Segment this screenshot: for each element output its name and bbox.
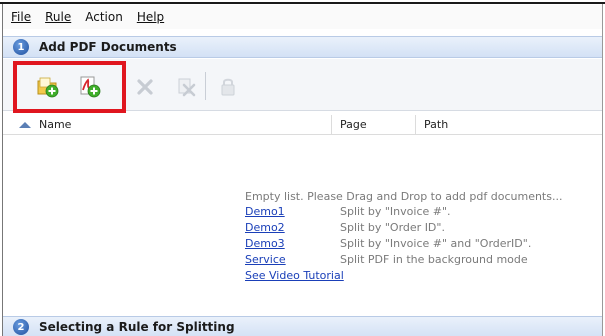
- document-list[interactable]: [3, 136, 602, 314]
- service-link[interactable]: Service: [245, 253, 286, 266]
- lock-button[interactable]: [214, 73, 242, 101]
- step-1-icon: 1: [13, 39, 29, 55]
- remove-all-button[interactable]: [172, 73, 200, 101]
- section-title: Selecting a Rule for Splitting: [39, 320, 235, 334]
- menu-action[interactable]: Action: [85, 10, 123, 24]
- demo1-link[interactable]: Demo1: [245, 205, 285, 218]
- demo1-description: Split by "Invoice #".: [340, 205, 451, 218]
- window-top-border: [0, 2, 605, 4]
- demo2-link[interactable]: Demo2: [245, 221, 285, 234]
- menu-file[interactable]: File: [11, 10, 31, 24]
- demo2-description: Split by "Order ID".: [340, 221, 445, 234]
- section-add-pdf-header[interactable]: 1 Add PDF Documents: [3, 36, 602, 58]
- toolbar-separator: [205, 72, 206, 100]
- menu-bar: File Rule Action Help: [3, 5, 602, 29]
- step-2-icon: 2: [13, 319, 29, 335]
- empty-list-message: Empty list. Please Drag and Drop to add …: [245, 190, 563, 203]
- lock-icon: [221, 78, 235, 96]
- remove-button[interactable]: [131, 73, 159, 101]
- sort-arrow-icon[interactable]: [19, 121, 31, 129]
- column-divider[interactable]: [415, 115, 416, 135]
- demo3-link[interactable]: Demo3: [245, 237, 285, 250]
- highlight-annotation: [13, 61, 126, 113]
- service-description: Split PDF in the background mode: [340, 253, 528, 266]
- demo3-description: Split by "Invoice #" and "OrderID".: [340, 237, 532, 250]
- menu-help[interactable]: Help: [137, 10, 164, 24]
- section-select-rule-header[interactable]: 2 Selecting a Rule for Splitting: [3, 316, 602, 336]
- column-page[interactable]: Page: [340, 118, 367, 131]
- window-right-border: [602, 4, 603, 336]
- menu-rule[interactable]: Rule: [45, 10, 71, 24]
- remove-icon: [137, 79, 153, 95]
- list-column-header: Name Page Path: [3, 115, 602, 135]
- video-tutorial-link[interactable]: See Video Tutorial: [245, 269, 344, 282]
- column-path[interactable]: Path: [424, 118, 448, 131]
- column-name[interactable]: Name: [39, 118, 71, 131]
- column-divider[interactable]: [331, 115, 332, 135]
- section-title: Add PDF Documents: [39, 40, 177, 54]
- remove-all-icon: [178, 78, 196, 97]
